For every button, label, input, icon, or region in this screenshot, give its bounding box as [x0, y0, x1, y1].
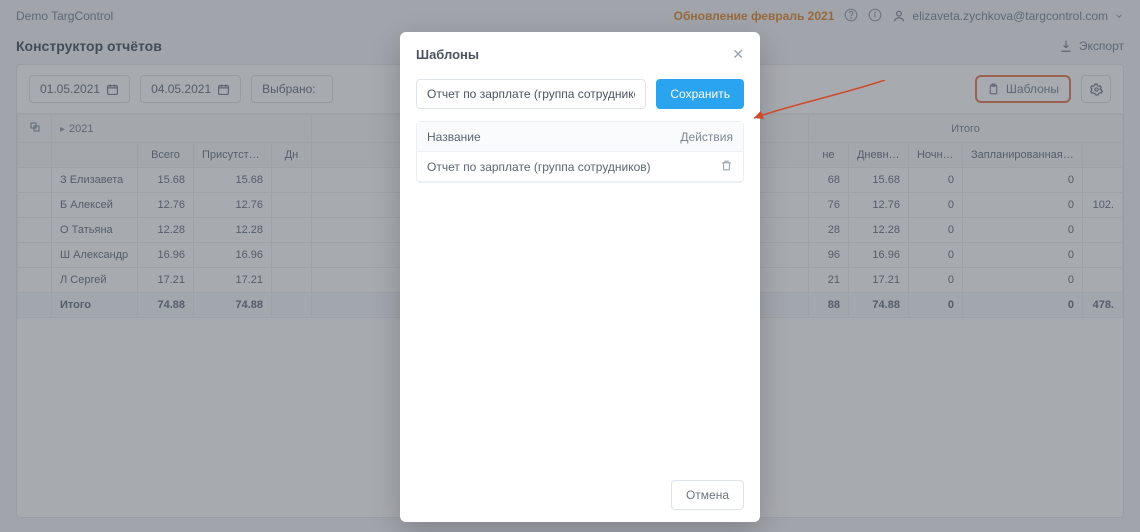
templates-modal: Шаблоны ✕ Сохранить Название Действия От…: [400, 32, 760, 522]
col-actions-header: Действия: [673, 130, 733, 144]
col-name-header: Название: [427, 130, 673, 144]
trash-icon[interactable]: [720, 161, 733, 175]
save-button[interactable]: Сохранить: [656, 79, 744, 109]
close-icon[interactable]: ✕: [732, 46, 744, 63]
templates-list: Название Действия Отчет по зарплате (гру…: [416, 121, 744, 183]
cancel-button[interactable]: Отмена: [671, 480, 744, 510]
template-row-name: Отчет по зарплате (группа сотрудников): [427, 160, 673, 174]
modal-title: Шаблоны: [416, 47, 479, 62]
list-item[interactable]: Отчет по зарплате (группа сотрудников): [417, 152, 743, 182]
template-name-input[interactable]: [416, 79, 646, 109]
